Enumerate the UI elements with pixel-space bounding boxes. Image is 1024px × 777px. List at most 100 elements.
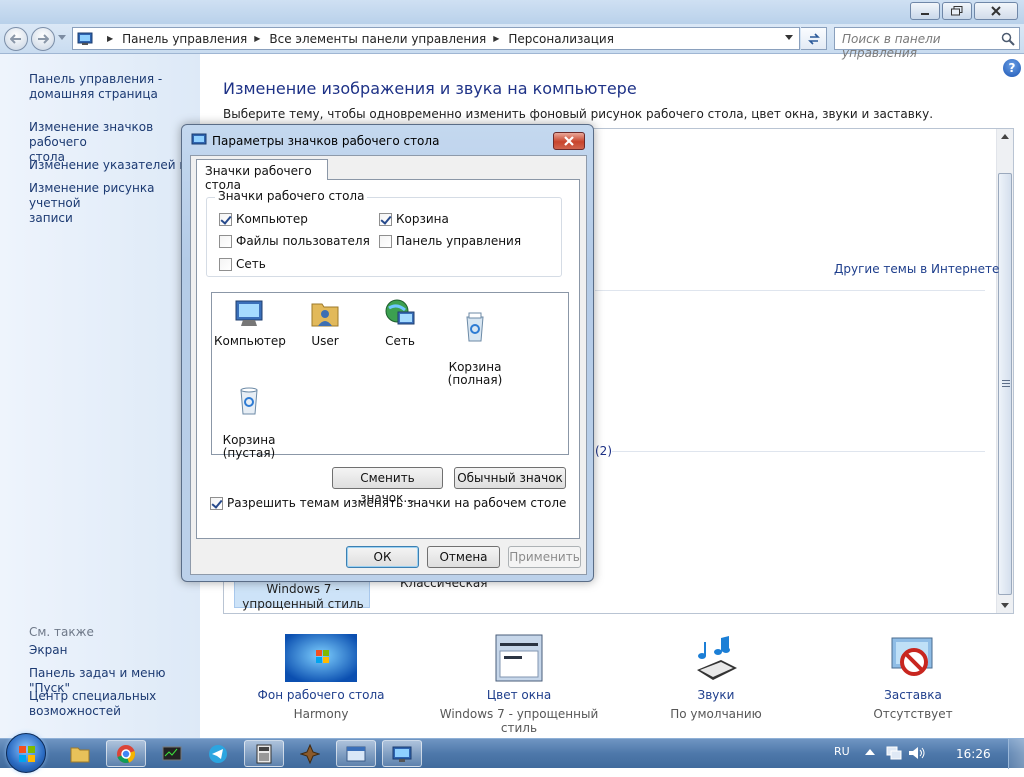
breadcrumb-item[interactable]: Панель управления [122, 32, 247, 46]
cancel-button[interactable]: Отмена [427, 546, 500, 568]
icon-label: User [311, 334, 339, 348]
checkbox-user-files[interactable]: Файлы пользователя [219, 234, 370, 248]
wallpaper-icon [285, 634, 357, 682]
taskbar-control-panel[interactable] [382, 740, 422, 767]
checkbox-box[interactable] [219, 234, 232, 248]
see-also-link-ease-of-access[interactable]: Центр специальных возможностей [29, 689, 156, 719]
icon-label: Корзина (полная) [447, 360, 503, 387]
taskbar-system-monitor[interactable] [152, 740, 192, 767]
dialog-close-button[interactable] [553, 132, 585, 150]
scroll-down-icon[interactable] [1001, 603, 1009, 608]
checkbox-box[interactable] [210, 496, 223, 510]
search-input[interactable]: Поиск в панели управления [834, 27, 1020, 60]
window-color-label[interactable]: Цвет окна [424, 688, 614, 702]
page-title: Изменение изображения и звука на компьют… [223, 79, 637, 98]
checkbox-label: Сеть [236, 257, 266, 271]
checkbox-allow-themes[interactable]: Разрешить темам изменять значки на рабоч… [210, 496, 566, 510]
ok-button[interactable]: ОК [346, 546, 419, 568]
sidebar-link-account-picture[interactable]: Изменение рисунка учетной записи [29, 181, 200, 226]
change-icon-button[interactable]: Сменить значок... [332, 467, 443, 505]
minimize-icon [921, 13, 929, 15]
icon-item-recycle-bin-full[interactable]: Корзина (полная) [440, 298, 510, 387]
telegram-icon [209, 744, 227, 763]
network-icon [385, 299, 415, 325]
taskbar-calculator[interactable] [244, 740, 284, 767]
checkbox-label: Корзина [396, 212, 449, 226]
language-indicator[interactable]: RU [834, 745, 850, 758]
checkbox-recycle-bin[interactable]: Корзина [379, 212, 449, 226]
dialog-body: Значки рабочего стола Значки рабочего ст… [190, 155, 587, 575]
breadcrumb-item[interactable]: Персонализация [508, 32, 614, 46]
desktop-background-label[interactable]: Фон рабочего стола [255, 688, 387, 702]
default-icon-button[interactable]: Обычный значок [454, 467, 566, 489]
section-divider [595, 290, 985, 291]
icon-list[interactable]: Компьютер User Сеть Корзина (полная) Кор… [211, 292, 569, 460]
sounds-item[interactable]: Звуки По умолчанию [656, 634, 776, 721]
checkbox-computer[interactable]: Компьютер [219, 212, 308, 226]
breadcrumb-item[interactable]: Все элементы панели управления [269, 32, 486, 46]
taskbar-chrome[interactable] [106, 740, 146, 767]
icon-item-computer[interactable]: Компьютер [214, 298, 286, 348]
forward-button[interactable] [31, 27, 55, 51]
checkbox-network[interactable]: Сеть [219, 257, 266, 271]
dialog-title: Параметры значков рабочего стола [212, 134, 440, 148]
desktop-background-item[interactable]: Фон рабочего стола Harmony [255, 634, 387, 721]
sidebar-link-control-panel-home[interactable]: Панель управления - домашняя страница [29, 72, 162, 102]
volume-icon[interactable] [908, 746, 926, 760]
taskbar-explorer[interactable] [60, 740, 100, 767]
checkbox-label: Разрешить темам изменять значки на рабоч… [227, 496, 567, 510]
calculator-icon [256, 744, 272, 763]
taskbar-telegram[interactable] [198, 740, 238, 767]
address-bar: ▶ Панель управления ▶ Все элементы панел… [0, 24, 1024, 60]
theme-item-windows7-basic[interactable]: Windows 7 - упрощенный стиль [234, 578, 370, 611]
minimize-button[interactable] [910, 2, 940, 20]
close-window-button[interactable] [974, 2, 1018, 20]
breadcrumb-separator: ▶ [254, 34, 261, 43]
section-divider [612, 451, 985, 452]
apply-button[interactable]: Применить [508, 546, 581, 568]
checkbox-control-panel[interactable]: Панель управления [379, 234, 521, 248]
recent-pages-chevron-icon[interactable] [58, 35, 66, 40]
start-button[interactable] [6, 733, 46, 773]
network-tray-icon[interactable] [886, 746, 902, 760]
window-color-item[interactable]: Цвет окна Windows 7 - упрощенный стиль [424, 634, 614, 735]
star-app-icon [300, 743, 320, 764]
sounds-label[interactable]: Звуки [656, 688, 776, 702]
back-button[interactable] [4, 27, 28, 51]
maximize-button[interactable] [942, 2, 972, 20]
forward-arrow-icon [38, 34, 49, 44]
address-dropdown-chevron-icon[interactable] [785, 35, 793, 40]
show-desktop-button[interactable] [1008, 739, 1024, 769]
icon-item-user[interactable]: User [290, 298, 360, 348]
tab-desktop-icons[interactable]: Значки рабочего стола [196, 159, 328, 192]
theme-list-scrollbar[interactable] [996, 129, 1013, 613]
clock[interactable]: 16:26 [956, 747, 991, 761]
tab-panel: Значки рабочего стола Компьютер Корзина … [196, 179, 580, 539]
help-icon[interactable]: ? [1003, 59, 1021, 77]
checkbox-label: Файлы пользователя [236, 234, 370, 248]
window-controls [910, 2, 1018, 20]
scroll-up-icon[interactable] [1001, 134, 1009, 139]
screensaver-item[interactable]: Заставка Отсутствует [858, 634, 968, 721]
taskbar-remote-desktop[interactable] [336, 740, 376, 767]
refresh-button[interactable] [801, 27, 827, 50]
search-icon[interactable] [1001, 32, 1015, 46]
close-icon [991, 6, 1001, 16]
desktop-background-value: Harmony [293, 707, 349, 721]
breadcrumb[interactable]: ▶ Панель управления ▶ Все элементы панел… [72, 27, 800, 50]
checkbox-box[interactable] [379, 234, 392, 248]
scrollbar-thumb[interactable] [998, 173, 1012, 595]
screensaver-label[interactable]: Заставка [858, 688, 968, 702]
see-also-link-display[interactable]: Экран [29, 643, 67, 658]
tray-expand-icon[interactable] [865, 748, 875, 756]
other-themes-link[interactable]: Другие темы в Интернете [834, 262, 999, 276]
breadcrumb-separator: ▶ [493, 34, 500, 43]
search-placeholder: Поиск в панели управления [842, 32, 941, 60]
icon-item-recycle-bin-empty[interactable]: Корзина (пустая) [214, 371, 284, 460]
checkbox-box[interactable] [219, 257, 232, 271]
checkbox-box[interactable] [379, 212, 392, 226]
icon-item-network[interactable]: Сеть [365, 298, 435, 348]
windows-logo-icon [19, 746, 35, 762]
taskbar-app[interactable] [290, 740, 330, 767]
checkbox-box[interactable] [219, 212, 232, 226]
